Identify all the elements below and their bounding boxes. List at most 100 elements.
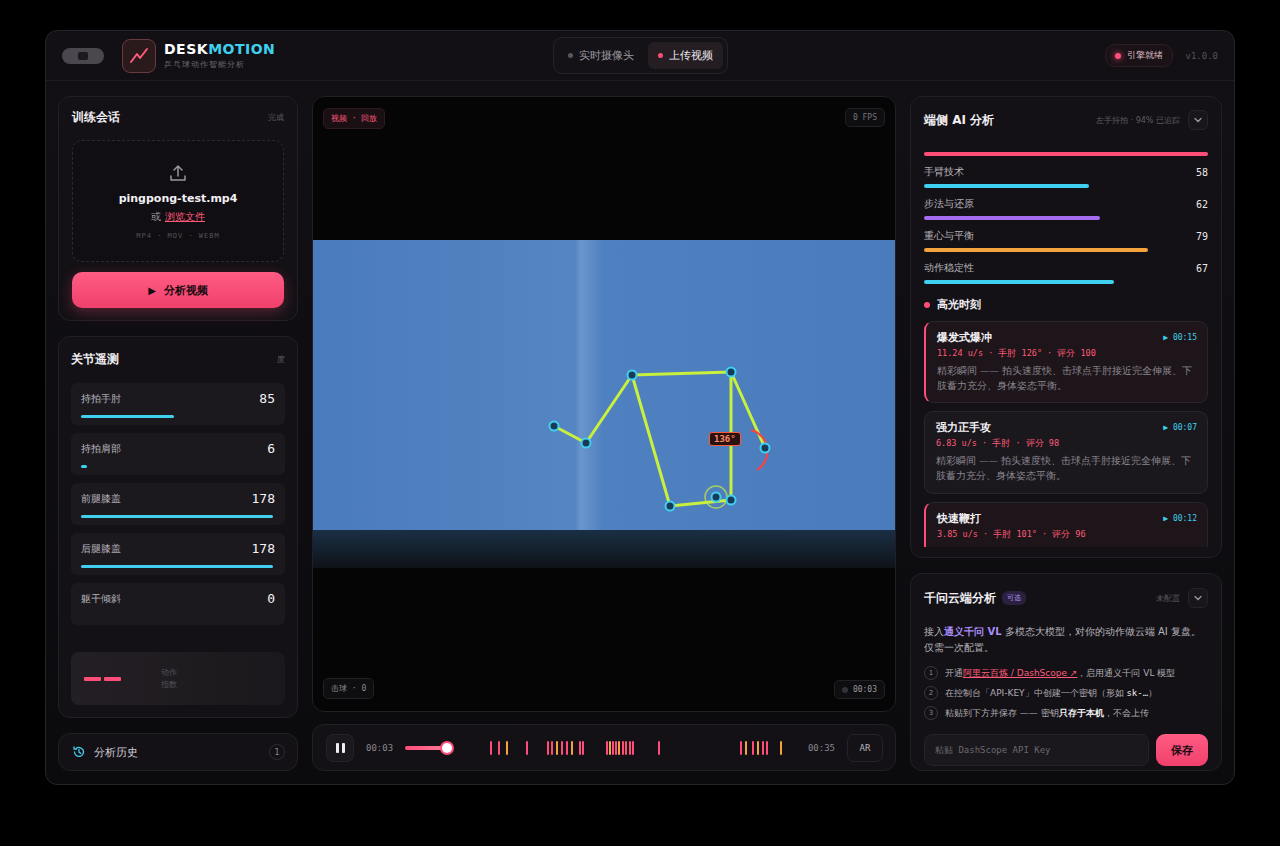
timeline-marker[interactable] bbox=[632, 741, 634, 755]
joint-label: 前腿膝盖 bbox=[81, 492, 121, 506]
timeline-marker[interactable] bbox=[766, 741, 768, 755]
highlight-card[interactable]: 强力正手攻▶ 00:076.83 u/s · 手肘 · 评分 98精彩瞬间 ——… bbox=[924, 411, 1208, 493]
api-key-row: 保存 bbox=[924, 734, 1208, 766]
optional-badge: 可选 bbox=[1002, 591, 1026, 605]
step-text: 在控制台「API-KEY」中创建一个密钥（形如 bbox=[945, 688, 1126, 698]
timeline-marker[interactable] bbox=[606, 741, 608, 755]
upload-dropzone[interactable]: pingpong-test.mp4或浏览文件MP4 · MOV · WEBM bbox=[72, 140, 284, 262]
timeline-marker[interactable] bbox=[571, 741, 573, 755]
pause-button[interactable] bbox=[326, 734, 354, 762]
ar-button[interactable]: AR bbox=[847, 734, 883, 762]
unit-label: 度 bbox=[277, 354, 285, 365]
timeline-marker[interactable] bbox=[629, 741, 631, 755]
highlight-time[interactable]: ▶ 00:15 bbox=[1163, 333, 1197, 342]
highlights-title: 高光时刻 bbox=[924, 297, 1208, 312]
score-bar-fill bbox=[924, 216, 1100, 220]
timeline-marker[interactable] bbox=[615, 741, 617, 755]
timeline-marker[interactable] bbox=[506, 741, 508, 755]
score-value: 79 bbox=[1196, 231, 1208, 242]
chevron-icon bbox=[1193, 593, 1203, 603]
workspace: 训练会话完成pingpong-test.mp4或浏览文件MP4 · MOV · … bbox=[46, 81, 1234, 784]
collapse-button[interactable] bbox=[1188, 110, 1208, 130]
history-label: 分析历史 bbox=[94, 745, 261, 760]
timeline-marker[interactable] bbox=[498, 741, 500, 755]
api-key-input[interactable] bbox=[924, 734, 1149, 766]
timeline-marker[interactable] bbox=[622, 741, 624, 755]
session-panel: 训练会话完成pingpong-test.mp4或浏览文件MP4 · MOV · … bbox=[58, 96, 298, 321]
motion-index-card: 动作指数 bbox=[71, 652, 285, 705]
timeline-marker[interactable] bbox=[579, 741, 581, 755]
seek-slider[interactable] bbox=[405, 746, 452, 750]
highlight-title: 快速鞭打 bbox=[937, 511, 981, 526]
app-window: DESKMOTION乒乓球动作智能分析实时摄像头上传视频引擎就绪v1.0.0训练… bbox=[45, 30, 1235, 785]
timeline-marker[interactable] bbox=[745, 741, 747, 755]
player-bar: 00:0300:35AR bbox=[312, 724, 896, 771]
setup-step: 1开通阿里云百炼 / DashScope ↗，启用通义千问 VL 模型 bbox=[924, 666, 1208, 680]
timeline-marker[interactable] bbox=[551, 741, 553, 755]
pose-skeleton bbox=[313, 240, 896, 568]
score-label: 重心与平衡 bbox=[924, 229, 974, 243]
timeline-marker[interactable] bbox=[561, 741, 563, 755]
highlight-time[interactable]: ▶ 00:12 bbox=[1163, 514, 1197, 523]
highlight-card[interactable]: 快速鞭打▶ 00:123.85 u/s · 手肘 101° · 评分 96 bbox=[924, 502, 1208, 547]
highlight-card[interactable]: 爆发式爆冲▶ 00:1511.24 u/s · 手肘 126° · 评分 100… bbox=[924, 321, 1208, 403]
index-dashes-icon bbox=[84, 677, 121, 681]
telemetry-panel: 关节遥测度持拍手肘85持拍肩部6前腿膝盖178后腿膝盖178躯干倾斜0动作指数 bbox=[58, 336, 298, 718]
video-image bbox=[313, 240, 895, 568]
timeline-marker[interactable] bbox=[547, 741, 549, 755]
panel-header: 千问云端分析可选未配置 bbox=[924, 588, 1208, 608]
score-row: 动作稳定性67 bbox=[924, 261, 1208, 284]
timeline-marker[interactable] bbox=[625, 741, 627, 755]
timeline-marker[interactable] bbox=[780, 741, 782, 755]
brand: DESKMOTION 乒乓球动作智能分析 bbox=[62, 39, 553, 73]
timeline-marker[interactable] bbox=[752, 741, 754, 755]
timeline-marker[interactable] bbox=[490, 741, 492, 755]
score-bar bbox=[924, 216, 1208, 220]
joint-bar bbox=[81, 615, 275, 618]
save-button[interactable]: 保存 bbox=[1156, 734, 1208, 766]
joint-bar-fill bbox=[81, 415, 174, 418]
tab-dot-icon bbox=[568, 53, 573, 58]
brand-subtitle: 乒乓球动作智能分析 bbox=[164, 59, 275, 70]
timeline-marker[interactable] bbox=[740, 741, 742, 755]
hit-count: 击球 · 0 bbox=[323, 678, 374, 699]
step-text: ） bbox=[1148, 688, 1157, 698]
history-button[interactable]: 分析历史1 bbox=[58, 733, 298, 771]
seek-thumb[interactable] bbox=[442, 743, 452, 753]
collapse-button[interactable] bbox=[1188, 588, 1208, 608]
timeline-marker[interactable] bbox=[658, 741, 660, 755]
angle-label: 136° bbox=[709, 432, 741, 446]
mode-tab[interactable]: 实时摄像头 bbox=[558, 42, 644, 69]
top-bar: DESKMOTION乒乓球动作智能分析实时摄像头上传视频引擎就绪v1.0.0 bbox=[46, 31, 1234, 81]
seek-fill bbox=[405, 746, 447, 750]
joint-row: 后腿膝盖178 bbox=[71, 533, 285, 575]
browse-link[interactable]: 浏览文件 bbox=[165, 210, 205, 224]
file-name: pingpong-test.mp4 bbox=[119, 192, 238, 205]
mode-tab[interactable]: 上传视频 bbox=[648, 42, 723, 69]
timeline-marker[interactable] bbox=[757, 741, 759, 755]
timeline-marker[interactable] bbox=[556, 741, 558, 755]
brand-name: DESKMOTION bbox=[164, 41, 275, 57]
timeline-marker[interactable] bbox=[582, 741, 584, 755]
highlight-timeline[interactable] bbox=[480, 740, 790, 756]
timeline-marker[interactable] bbox=[618, 741, 620, 755]
timeline-marker[interactable] bbox=[526, 741, 528, 755]
dashscope-link[interactable]: 阿里云百炼 / DashScope ↗ bbox=[963, 668, 1077, 678]
score-row: 手臂技术58 bbox=[924, 165, 1208, 188]
left-column: 训练会话完成pingpong-test.mp4或浏览文件MP4 · MOV · … bbox=[58, 96, 298, 771]
joint-row: 前腿膝盖178 bbox=[71, 483, 285, 525]
score-bar-fill bbox=[924, 280, 1114, 284]
analyze-button[interactable]: ▶分析视频 bbox=[72, 272, 284, 308]
timeline-marker[interactable] bbox=[609, 741, 611, 755]
current-time: 00:03 bbox=[366, 743, 393, 753]
timeline-marker[interactable] bbox=[762, 741, 764, 755]
joint-list: 持拍手肘85持拍肩部6前腿膝盖178后腿膝盖178躯干倾斜0 bbox=[71, 383, 285, 625]
highlight-time[interactable]: ▶ 00:07 bbox=[1163, 423, 1197, 432]
timeline-marker[interactable] bbox=[566, 741, 568, 755]
ai-analysis-panel: 端侧 AI 分析左手持拍 · 94% 已追踪手臂技术58步法与还原62重心与平衡… bbox=[910, 96, 1222, 558]
step-number: 2 bbox=[924, 686, 938, 700]
timeline-marker[interactable] bbox=[612, 741, 614, 755]
score-bar-fill bbox=[924, 248, 1148, 252]
sidebar-toggle[interactable] bbox=[62, 48, 104, 64]
highlight-title: 强力正手攻 bbox=[936, 420, 991, 435]
